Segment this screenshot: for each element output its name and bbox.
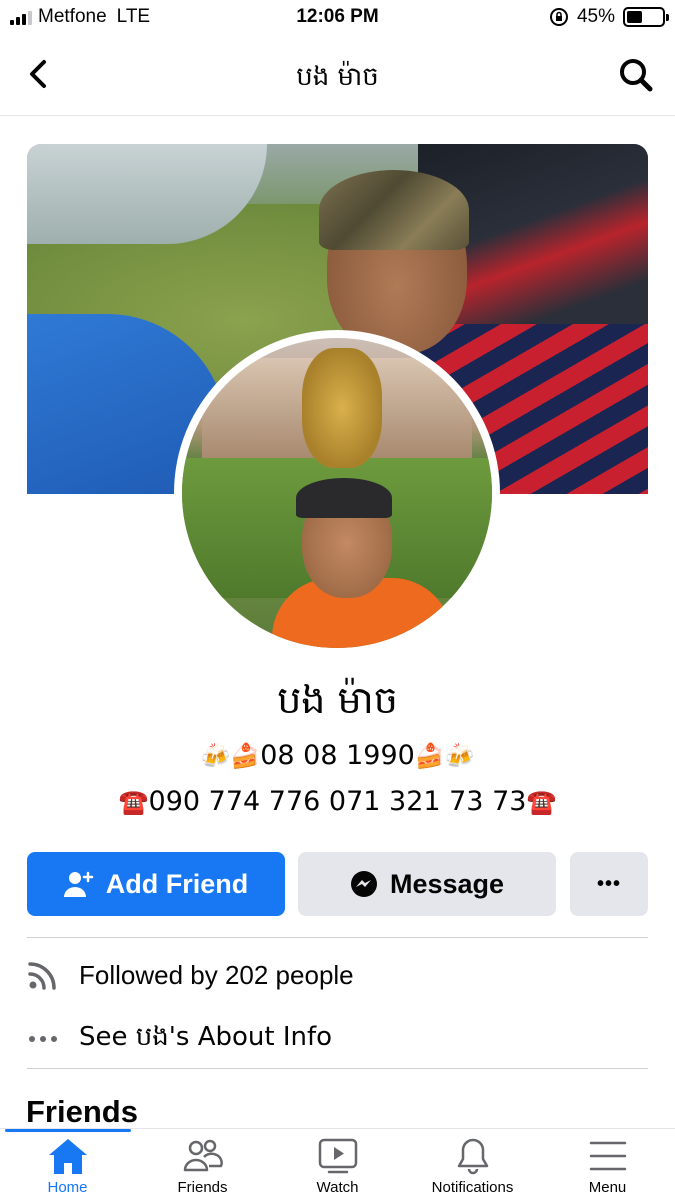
beer-cake-emoji: 🍻🍰 <box>200 742 261 770</box>
profile-picture[interactable] <box>174 330 500 656</box>
tab-home[interactable]: Home <box>0 1137 135 1200</box>
menu-icon <box>589 1141 626 1171</box>
friends-icon <box>183 1139 223 1172</box>
divider <box>27 1068 648 1069</box>
watch-icon <box>318 1138 357 1174</box>
message-button[interactable]: Message <box>298 852 556 916</box>
tab-notifications[interactable]: Notifications <box>405 1137 540 1200</box>
tab-notifications-label: Notifications <box>431 1179 514 1196</box>
bio-phone: ☎️090 774 776 071 321 73 73☎️ <box>0 786 675 817</box>
tab-menu[interactable]: Menu <box>540 1137 675 1200</box>
avatar <box>182 338 492 648</box>
add-friend-label: Add Friend <box>105 868 249 899</box>
tab-home-label: Home <box>47 1179 88 1196</box>
more-icon: ••• <box>596 872 621 895</box>
orientation-lock-icon <box>549 8 568 26</box>
add-friend-icon <box>63 871 93 897</box>
bottom-tab-bar: Home Friends Watch Notifications Menu <box>0 1128 675 1200</box>
about-info-row[interactable]: See បង's About Info <box>27 1014 648 1064</box>
friends-section-title: Friends <box>26 1094 138 1129</box>
page-title: បង ម៉ាច <box>296 62 379 92</box>
search-icon <box>620 59 653 92</box>
followers-row[interactable]: Followed by 202 people <box>27 950 648 1000</box>
more-options-button[interactable]: ••• <box>570 852 648 916</box>
home-icon <box>48 1139 87 1174</box>
message-label: Message <box>389 868 505 899</box>
followers-text: Followed by 202 people <box>79 959 354 990</box>
rss-icon <box>27 959 59 991</box>
phone-emoji: ☎️ <box>526 788 557 816</box>
search-button[interactable] <box>617 56 655 94</box>
profile-name: បង ម៉ាច <box>277 678 398 722</box>
messenger-icon <box>350 871 377 897</box>
divider <box>27 937 648 938</box>
tab-friends-label: Friends <box>177 1179 228 1196</box>
tab-friends[interactable]: Friends <box>135 1137 270 1200</box>
bio-birthday: 🍻🍰08 08 1990🍰🍻 <box>0 740 675 771</box>
battery-percent: 45% <box>576 6 615 27</box>
status-right: 45% <box>549 6 669 28</box>
active-tab-indicator <box>5 1129 131 1132</box>
phone-text: 090 774 776 071 321 73 73 <box>148 786 527 817</box>
birthday-text: 08 08 1990 <box>260 740 415 771</box>
status-bar: Metfone LTE 12:06 PM 45% <box>0 0 675 36</box>
page-header: បង ម៉ាច <box>0 36 675 116</box>
tab-watch-label: Watch <box>316 1179 359 1196</box>
phone-emoji: ☎️ <box>118 788 149 816</box>
add-friend-button[interactable]: Add Friend <box>27 852 285 916</box>
ellipsis-icon <box>27 1023 59 1055</box>
cake-beer-emoji: 🍰🍻 <box>414 742 475 770</box>
tab-watch[interactable]: Watch <box>270 1137 405 1200</box>
bell-icon <box>457 1138 488 1175</box>
battery-icon <box>623 7 669 27</box>
tab-menu-label: Menu <box>588 1179 627 1196</box>
about-info-text: See បង's About Info <box>79 1022 333 1052</box>
